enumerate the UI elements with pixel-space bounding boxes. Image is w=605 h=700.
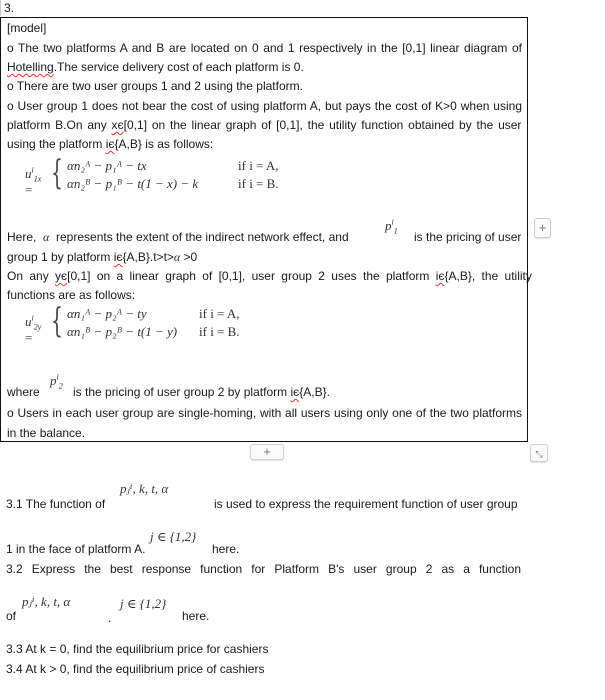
equation-lhs: ui2y = — [25, 313, 42, 345]
question-3-1-line-2: 1 in the face of platform A. — [6, 542, 146, 556]
question-3-1-end: is used to express the requirement funct… — [214, 497, 518, 511]
model-point-1-line-1: o The two platforms A and B are located … — [7, 41, 522, 55]
text-span: group 1 by platform — [7, 250, 114, 264]
text-span: Here, — [7, 230, 37, 244]
left-brace-icon: { — [51, 153, 63, 193]
question-3-1-start: 3.1 The function of — [6, 497, 106, 511]
text-span: {A,B}.t>t> — [122, 250, 174, 264]
model-point-3-line-3: using the platform iє{A,B} is as follows… — [7, 136, 213, 152]
equation-condition-a: if i = A, — [238, 158, 279, 173]
equation-condition-b: if i = B. — [238, 176, 279, 191]
add-column-button[interactable]: + — [534, 218, 551, 238]
model-point-3-line-2: platform B.On any xє[0,1] on the linear … — [7, 117, 522, 133]
left-brace-icon: { — [51, 301, 63, 341]
add-row-button[interactable]: + — [250, 444, 284, 460]
model-point-4-line-2: in the balance. — [7, 426, 86, 440]
here-sentence-end: is the pricing of user — [414, 230, 522, 244]
model-heading: [model] — [7, 21, 47, 35]
question-3-2-line-1: 3.2 Express the best response function f… — [6, 562, 521, 576]
alpha-symbol: α — [43, 230, 50, 244]
here-sentence: Here, α represents the extent of the ind… — [7, 229, 349, 245]
where-sentence-end: is the pricing of user group 2 by platfo… — [73, 384, 330, 400]
spellcheck-word[interactable]: xє — [112, 118, 124, 132]
group-2-intro-line-1: On any yє[0,1] on a linear graph of [0,1… — [7, 268, 532, 284]
equation-case-b: αn₂ᴮ − p₁ᴮ − t(1 − x) − k — [67, 176, 199, 191]
question-3-1-j-set: j ∈ {1,2} — [150, 529, 197, 544]
question-3-4: 3.4 At k > 0, find the equilibrium price… — [6, 662, 265, 676]
model-point-2: o There are two user groups 1 and 2 usin… — [7, 79, 303, 93]
spellcheck-word[interactable]: iє — [106, 137, 115, 151]
text-span: [0,1] on the linear graph of [0,1], the … — [123, 118, 522, 132]
text-span: {A,B}, the utility — [444, 269, 532, 283]
text-span: On any — [7, 269, 56, 283]
group-2-intro-line-2: functions are as follows: — [7, 288, 136, 302]
p1i-symbol: pi1 — [385, 217, 398, 236]
text-span: is the pricing of user group 2 by platfo… — [73, 385, 291, 399]
text-span: {A,B}. — [299, 385, 330, 399]
text-span: represents the extent of the indirect ne… — [56, 230, 349, 244]
text-span: platform B.On any — [7, 118, 112, 132]
model-point-1-line-2: Hotelling.The service delivery cost of e… — [7, 59, 304, 75]
equation-case-a: αn₁ᴬ − p₂ᴬ − ty — [67, 306, 147, 321]
model-textbox[interactable]: [model] o The two platforms A and B are … — [0, 17, 532, 442]
question-3-2-math: pⱼⁱ, k, t, α — [22, 594, 71, 609]
where-sentence: where — [7, 384, 40, 400]
spellcheck-word[interactable]: Hotelling — [7, 60, 54, 74]
spellcheck-word[interactable]: iє — [114, 250, 123, 264]
spellcheck-word[interactable]: yє — [55, 269, 67, 283]
spellcheck-word[interactable]: iє — [290, 385, 299, 399]
model-point-3-line-1: o User group 1 does not bear the cost of… — [7, 99, 522, 113]
equation-condition-a: if i = A, — [199, 306, 240, 321]
question-3-2-of: of — [6, 609, 17, 623]
text-span: [0,1] on a linear graph of [0,1], user g… — [67, 269, 436, 283]
question-3-2-dot: . — [108, 611, 112, 625]
group-1-pricing-line: group 1 by platform iє{A,B}.t>t>α >0 — [7, 249, 197, 265]
text-span: >0 — [180, 250, 198, 264]
question-3-1-here: here. — [212, 542, 240, 556]
equation-case-a: αn₂ᴬ − p₁ᴬ − tx — [67, 158, 147, 173]
text-span: {A,B} is as follows: — [114, 137, 214, 151]
equation-condition-b: if i = B. — [199, 324, 240, 339]
text-span: where — [7, 385, 40, 399]
model-point-4-line-1: o Users in each user group are single-ho… — [7, 406, 522, 420]
question-3-1-math: pⱼⁱ, k, t, α — [120, 481, 169, 496]
question-3-3: 3.3 At k = 0, find the equilibrium price… — [6, 642, 269, 656]
equation-case-b: αn₁ᴮ − p₂ᴮ − t(1 − y) — [67, 324, 178, 339]
equation-lhs: ui1x = — [25, 165, 42, 197]
question-3-2-j-set: j ∈ {1,2} — [120, 596, 167, 611]
question-3-2-here: here. — [182, 609, 210, 623]
text-span: using the platform — [7, 137, 106, 151]
resize-handle-icon[interactable]: ⤡ — [530, 444, 548, 462]
p2i-symbol: pi2 — [50, 372, 63, 391]
question-number: 3. — [0, 0, 533, 16]
text-span: .The service delivery cost of each platf… — [53, 60, 304, 74]
